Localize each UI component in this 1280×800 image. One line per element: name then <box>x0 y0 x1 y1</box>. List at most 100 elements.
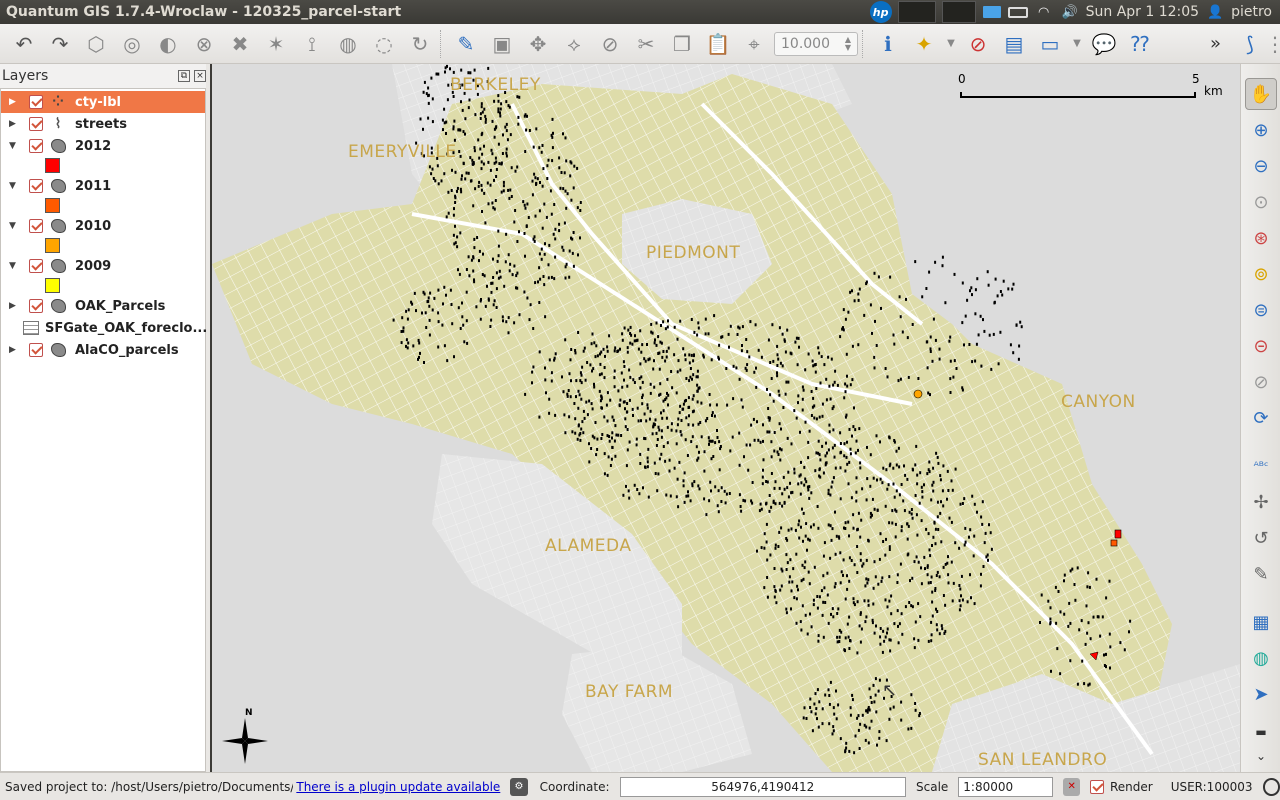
crs-status-icon[interactable] <box>1262 777 1280 796</box>
layer-row-2012[interactable]: ▼ 2012 <box>1 135 205 157</box>
layer-visibility-checkbox[interactable] <box>29 219 43 233</box>
layer-visibility-checkbox[interactable] <box>29 299 43 313</box>
toolbar-overflow-icon[interactable]: » <box>1210 33 1230 54</box>
layer-row-2010[interactable]: ▼ 2010 <box>1 215 205 237</box>
zoom-in-icon[interactable]: ⊕ <box>1245 114 1277 146</box>
node-tool-icon[interactable]: ⟡ <box>558 28 590 60</box>
expand-arrow-icon[interactable]: ▶ <box>1 119 16 129</box>
copy-features-icon[interactable]: ❐ <box>666 28 698 60</box>
toggle-editing-icon[interactable]: ✎ <box>450 28 482 60</box>
zoom-to-selection-icon[interactable]: ⊚ <box>1245 258 1277 290</box>
scale-bar-tool-icon[interactable]: ▬ <box>1245 716 1277 748</box>
collapse-arrow-icon[interactable]: ▼ <box>1 261 16 271</box>
raster-calculator-icon[interactable]: ▦ <box>1245 606 1277 638</box>
expand-arrow-icon[interactable]: ▶ <box>1 301 16 311</box>
plugin-icon[interactable]: ⟆ <box>1234 28 1266 60</box>
zoom-to-layer-icon[interactable]: ⊜ <box>1245 294 1277 326</box>
zoom-actual-size-icon[interactable]: ⊙ <box>1245 186 1277 218</box>
open-attribute-table-icon[interactable]: ▤ <box>998 28 1030 60</box>
rotate-point-icon[interactable]: ↻ <box>404 28 436 60</box>
toolbar-handle-icon[interactable]: ⋮ <box>1265 28 1280 60</box>
layer-row-streets[interactable]: ▶ ⌇ streets <box>1 113 205 135</box>
hp-logo-icon[interactable]: hp <box>869 1 892 23</box>
deselect-features-icon[interactable]: ⊘ <box>962 28 994 60</box>
expand-arrow-icon[interactable]: ▶ <box>1 97 16 107</box>
expand-arrow-icon[interactable]: ▶ <box>1 345 16 355</box>
stop-render-icon[interactable]: ✕ <box>1063 777 1081 796</box>
zoom-last-icon[interactable]: ⊝ <box>1245 330 1277 362</box>
move-label-icon[interactable]: ✢ <box>1245 486 1277 518</box>
collapse-arrow-icon[interactable]: ▼ <box>1 141 16 151</box>
snapping-icon[interactable]: ⌖ <box>738 28 770 60</box>
render-checkbox[interactable] <box>1090 779 1104 794</box>
zoom-full-icon[interactable]: ⊛ <box>1245 222 1277 254</box>
zoom-out-icon[interactable]: ⊖ <box>1245 150 1277 182</box>
layer-visibility-checkbox[interactable] <box>29 179 43 193</box>
layer-row-oak-parcels[interactable]: ▶ OAK_Parcels <box>1 295 205 317</box>
network-graph-icon[interactable] <box>941 1 976 23</box>
map-canvas[interactable]: BERKELEY EMERYVILLE PIEDMONT CANYON ALAM… <box>212 64 1240 772</box>
north-arrow-tool-icon[interactable]: ➤ <box>1245 678 1277 710</box>
move-feature-icon[interactable]: ✥ <box>522 28 554 60</box>
layer-row-sfgate-oak-foreclosures[interactable]: SFGate_OAK_foreclo... <box>1 317 207 339</box>
layer-visibility-checkbox[interactable] <box>29 139 43 153</box>
layer-row-2011[interactable]: ▼ 2011 <box>1 175 205 197</box>
undo-icon[interactable]: ↶ <box>8 28 40 60</box>
user-name[interactable]: pietro <box>1231 4 1272 20</box>
add-ring-icon[interactable]: ◎ <box>116 28 148 60</box>
wifi-icon[interactable]: ◠ <box>1034 4 1054 20</box>
crs-user-label[interactable]: USER:100003 <box>1171 780 1253 794</box>
measure-line-icon[interactable]: ▭ <box>1034 28 1066 60</box>
float-panel-icon[interactable]: ⧉ <box>178 70 190 82</box>
volume-icon[interactable]: 🔊 <box>1060 4 1080 20</box>
refresh-icon[interactable]: ⟳ <box>1245 402 1277 434</box>
label-tool-icon[interactable]: ᴬᴮᶜ <box>1245 450 1277 482</box>
globe-icon[interactable]: ◍ <box>1245 642 1277 674</box>
scale-field[interactable]: 1:80000 <box>958 776 1054 797</box>
help-icon[interactable]: ⁇ <box>1124 28 1156 60</box>
pan-map-icon[interactable]: ✋ <box>1245 78 1277 110</box>
delete-selected-icon[interactable]: ⊘ <box>594 28 626 60</box>
rotate-label-icon[interactable]: ↺ <box>1245 522 1277 554</box>
collapse-arrow-icon[interactable]: ▼ <box>1 181 16 191</box>
map-tips-icon[interactable]: 💬 <box>1088 28 1120 60</box>
battery-icon[interactable] <box>1007 4 1028 20</box>
coordinate-field[interactable]: 564976,4190412 <box>619 776 906 797</box>
change-label-icon[interactable]: ✎ <box>1245 558 1277 590</box>
layer-row-cty-lbl[interactable]: ▶ ⁘ cty-lbl <box>1 91 205 113</box>
layer-visibility-checkbox[interactable] <box>29 259 43 273</box>
select-dropdown-icon[interactable]: ▼ <box>944 28 958 60</box>
simplify-feature-icon[interactable]: ⬡ <box>80 28 112 60</box>
merge-features-icon[interactable]: ◌ <box>368 28 400 60</box>
redo-icon[interactable]: ↷ <box>44 28 76 60</box>
layer-visibility-checkbox[interactable] <box>29 343 43 357</box>
layer-row-alaco-parcels[interactable]: ▶ AlaCO_parcels <box>1 339 205 361</box>
coordinate-toggle-icon[interactable]: ⚙ <box>510 777 528 796</box>
delete-ring-icon[interactable]: ⊗ <box>188 28 220 60</box>
tolerance-spinbox[interactable]: 10.000 ▲ ▼ <box>774 31 858 56</box>
paste-features-icon[interactable]: 📋 <box>702 28 734 60</box>
delete-part-icon[interactable]: ✖ <box>224 28 256 60</box>
save-edits-icon[interactable]: ▣ <box>486 28 518 60</box>
reshape-features-icon[interactable]: ✶ <box>260 28 292 60</box>
layer-visibility-checkbox[interactable] <box>29 95 43 109</box>
offset-curve-icon[interactable]: ⟟ <box>296 28 328 60</box>
toolbar-scroll-down-icon[interactable]: ⌄ <box>1245 748 1277 764</box>
layer-visibility-checkbox[interactable] <box>29 117 43 131</box>
panel-splitter[interactable] <box>206 64 210 772</box>
plugin-update-link[interactable]: There is a plugin update available <box>296 780 500 794</box>
add-part-icon[interactable]: ◐ <box>152 28 184 60</box>
layer-row-2009[interactable]: ▼ 2009 <box>1 255 205 277</box>
clock[interactable]: Sun Apr 1 12:05 <box>1086 4 1199 20</box>
measure-dropdown-icon[interactable]: ▼ <box>1070 28 1084 60</box>
identify-features-icon[interactable]: ℹ <box>872 28 904 60</box>
select-features-icon[interactable]: ✦ <box>908 28 940 60</box>
spin-arrows-icon[interactable]: ▲ ▼ <box>845 35 851 52</box>
collapse-arrow-icon[interactable]: ▼ <box>1 221 16 231</box>
mail-icon[interactable] <box>982 4 1002 20</box>
zoom-next-icon[interactable]: ⊘ <box>1245 366 1277 398</box>
cut-features-icon[interactable]: ✂ <box>630 28 662 60</box>
cpu-graph-icon[interactable] <box>897 1 936 23</box>
split-features-icon[interactable]: ◍ <box>332 28 364 60</box>
close-panel-icon[interactable]: × <box>194 70 206 82</box>
